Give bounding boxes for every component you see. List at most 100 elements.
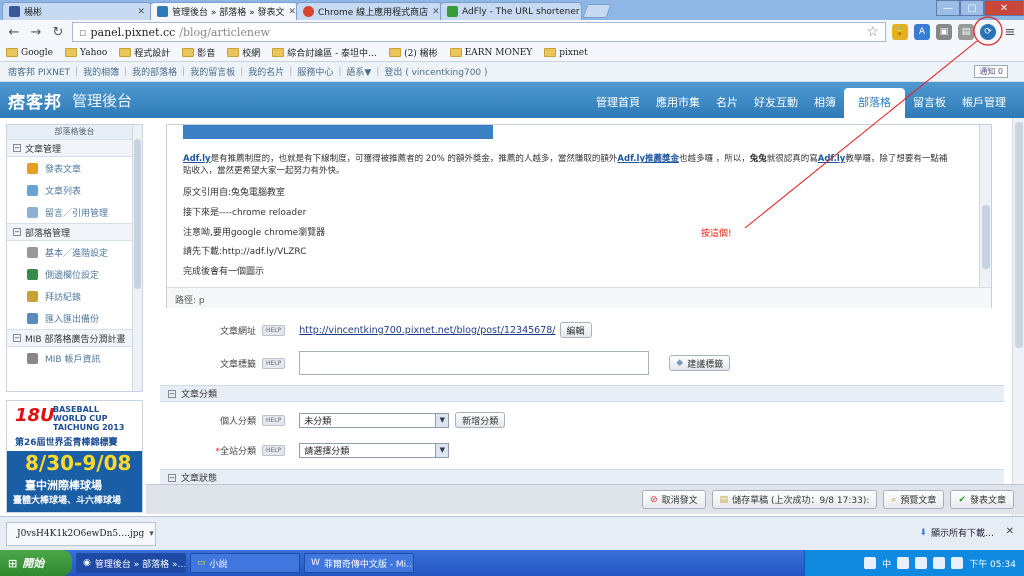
close-icon[interactable]: ✕ bbox=[432, 7, 440, 17]
help-icon[interactable]: HELP bbox=[262, 324, 286, 336]
tray-icon[interactable] bbox=[915, 557, 928, 569]
baseball-ad-banner[interactable]: 18U BASEBALL WORLD CUP TAICHUNG 2013 第26屆世… bbox=[6, 400, 143, 513]
sidebar-section-header[interactable]: − 部落格管理 bbox=[7, 223, 142, 241]
menu-icon[interactable]: ≡ bbox=[1002, 24, 1018, 40]
tab-adfly[interactable]: AdFly - The URL shortener ✕ bbox=[440, 2, 582, 20]
save-draft-button[interactable]: ▤ 儲存草稿 (上次成功：9/8 17:33): bbox=[711, 490, 878, 509]
lock-extension-icon[interactable]: 🔒 bbox=[892, 24, 908, 40]
bookmark-item[interactable]: 校網 bbox=[227, 46, 260, 59]
bookmark-star-icon[interactable]: ☆ bbox=[866, 24, 879, 40]
site-category-select[interactable]: 請選擇分類 ▼ bbox=[299, 443, 450, 458]
new-tab-button[interactable] bbox=[582, 4, 612, 18]
taskbar-item-word[interactable]: W 菲爾奇傳中文版 - Mi… bbox=[304, 553, 414, 573]
pixnet-top-link[interactable]: 痞客邦 PIXNET bbox=[8, 65, 70, 78]
bookmark-item[interactable]: 影音 bbox=[182, 46, 215, 59]
main-nav-item[interactable]: 部落格 bbox=[844, 88, 905, 118]
pixnet-top-link[interactable]: 語系▼ bbox=[346, 65, 371, 78]
main-nav-item[interactable]: 帳戶管理 bbox=[954, 94, 1014, 118]
input-language-indicator[interactable]: 中 bbox=[882, 557, 891, 570]
tray-icon[interactable] bbox=[933, 557, 946, 569]
main-nav-item[interactable]: 管理首頁 bbox=[588, 94, 648, 118]
show-all-downloads-link[interactable]: ⬇ 顯示所有下載… bbox=[919, 526, 994, 540]
main-nav-item[interactable]: 應用市集 bbox=[648, 94, 708, 118]
collapse-icon[interactable]: − bbox=[168, 389, 176, 398]
suggest-tags-button[interactable]: ◆ 建議標籤 bbox=[669, 355, 731, 371]
main-nav-item[interactable]: 相簿 bbox=[806, 94, 844, 118]
tab-pixnet-admin[interactable]: 管理後台 » 部落格 » 發表文 ✕ bbox=[150, 2, 298, 20]
back-icon[interactable]: ← bbox=[6, 24, 22, 40]
bookmark-item[interactable]: Google bbox=[6, 48, 53, 58]
bookmark-item[interactable]: 綜合討論區 - 泰坦中… bbox=[272, 46, 377, 59]
main-nav-item[interactable]: 好友互動 bbox=[746, 94, 806, 118]
chevron-down-icon[interactable]: ▾ bbox=[149, 529, 154, 539]
editor-content[interactable]: Adf.ly是有推薦制度的，也就是有下線制度，可獲得被推薦者的 20% 的額外獎… bbox=[167, 125, 979, 287]
pixnet-top-link[interactable]: 我的留言板 bbox=[190, 65, 235, 78]
sidebar-section-header[interactable]: − MIB 部落格廣告分潤計畫 bbox=[7, 329, 142, 347]
main-nav-item[interactable]: 留言板 bbox=[905, 94, 954, 118]
close-icon[interactable]: ✕ bbox=[137, 7, 145, 17]
sidebar-item[interactable]: 留言／引用管理 bbox=[7, 201, 142, 223]
reload-icon[interactable]: ↻ bbox=[50, 24, 66, 40]
bookmark-item[interactable]: Yahoo bbox=[65, 48, 107, 58]
article-url-link[interactable]: http://vincentking700.pixnet.net/blog/po… bbox=[299, 325, 555, 336]
forward-icon[interactable]: → bbox=[28, 24, 44, 40]
page-scrollbar[interactable] bbox=[1012, 118, 1024, 516]
address-bar[interactable]: ▫ panel.pixnet.cc/blog/articlenew ☆ bbox=[72, 22, 886, 42]
pixnet-logo[interactable]: 痞客邦 bbox=[8, 88, 62, 113]
volume-icon[interactable] bbox=[951, 557, 964, 569]
help-icon[interactable]: HELP bbox=[262, 414, 286, 426]
pixnet-top-link[interactable]: 登出 ( vincentking700 ) bbox=[384, 65, 487, 78]
close-icon[interactable]: ✕ bbox=[1006, 526, 1014, 537]
tray-icon[interactable] bbox=[864, 557, 877, 569]
bookmark-item[interactable]: EARN MONEY bbox=[449, 48, 532, 58]
download-item[interactable]: J0vsH4K1k2O6ewDn5….jpg ▾ bbox=[6, 521, 156, 546]
extension-icon[interactable]: ▤ bbox=[958, 24, 974, 40]
article-editor[interactable]: Adf.ly是有推薦制度的，也就是有下線制度，可獲得被推薦者的 20% 的額外獎… bbox=[166, 124, 992, 308]
bookmark-item[interactable]: 程式設計 bbox=[119, 46, 170, 59]
tray-icon[interactable] bbox=[897, 557, 910, 569]
help-icon[interactable]: HELP bbox=[262, 357, 286, 369]
editor-scrollbar[interactable] bbox=[979, 125, 991, 287]
clock[interactable]: 下午 05:34 bbox=[969, 557, 1016, 570]
bookmark-item[interactable]: pixnet bbox=[544, 48, 588, 58]
pixnet-top-link[interactable]: 我的相簿 bbox=[83, 65, 119, 78]
sidebar-section-header[interactable]: − 文章管理 bbox=[7, 139, 142, 157]
category-section-header[interactable]: − 文章分類 bbox=[160, 385, 1004, 402]
main-nav-item[interactable]: 名片 bbox=[708, 94, 746, 118]
edit-url-button[interactable]: 編輯 bbox=[559, 322, 592, 338]
close-icon[interactable]: ✕ bbox=[288, 7, 296, 17]
help-icon[interactable]: HELP bbox=[262, 445, 286, 456]
chrome-reloader-icon[interactable]: ⟳ bbox=[980, 24, 996, 40]
collapse-icon[interactable]: − bbox=[13, 228, 21, 236]
sidebar-scrollbar[interactable] bbox=[132, 125, 142, 391]
sidebar-item[interactable]: 側邊欄位設定 bbox=[7, 263, 142, 285]
tag-input[interactable] bbox=[299, 351, 650, 375]
collapse-icon[interactable]: − bbox=[13, 334, 21, 342]
translate-extension-icon[interactable]: A bbox=[914, 24, 930, 40]
extension-icon[interactable]: ▣ bbox=[936, 24, 952, 40]
pixnet-top-link[interactable]: 我的名片 bbox=[248, 65, 284, 78]
sidebar-item[interactable]: MIB 帳戶資訊 bbox=[7, 347, 142, 369]
sidebar-item[interactable]: 基本／進階設定 bbox=[7, 241, 142, 263]
personal-category-select[interactable]: 未分類 ▼ bbox=[299, 412, 450, 428]
bookmark-item[interactable]: (2) 楊彬 bbox=[389, 46, 438, 59]
window-close-button[interactable]: ✕ bbox=[984, 0, 1024, 16]
tab-facebook[interactable]: 楊彬 ✕ bbox=[2, 2, 152, 20]
preview-button[interactable]: ⌕ 預覽文章 bbox=[883, 490, 945, 509]
publish-button[interactable]: ✔ 發表文章 bbox=[950, 490, 1014, 509]
notification-badge[interactable]: 通知 0 bbox=[974, 65, 1008, 78]
sidebar-item[interactable]: 發表文章 bbox=[7, 157, 142, 179]
collapse-icon[interactable]: − bbox=[168, 473, 176, 482]
start-button[interactable]: ⊞ 開始 bbox=[0, 550, 72, 576]
pixnet-top-link[interactable]: 我的部落格 bbox=[132, 65, 177, 78]
collapse-icon[interactable]: − bbox=[13, 144, 21, 152]
sidebar-item[interactable]: 匯入匯出備份 bbox=[7, 307, 142, 329]
new-category-button[interactable]: 新增分類 bbox=[455, 412, 506, 428]
taskbar-item-chrome[interactable]: ◉ 管理後台 » 部落格 »… bbox=[76, 553, 186, 573]
cancel-post-button[interactable]: ⊘ 取消發文 bbox=[642, 490, 706, 509]
pixnet-top-link[interactable]: 服務中心 bbox=[297, 65, 333, 78]
sidebar-item[interactable]: 文章列表 bbox=[7, 179, 142, 201]
tab-chrome-store[interactable]: Chrome 線上應用程式商店 ✕ bbox=[296, 2, 442, 20]
minimize-button[interactable]: — bbox=[936, 0, 960, 16]
taskbar-item-folder[interactable]: ▭ 小說 bbox=[190, 553, 300, 573]
